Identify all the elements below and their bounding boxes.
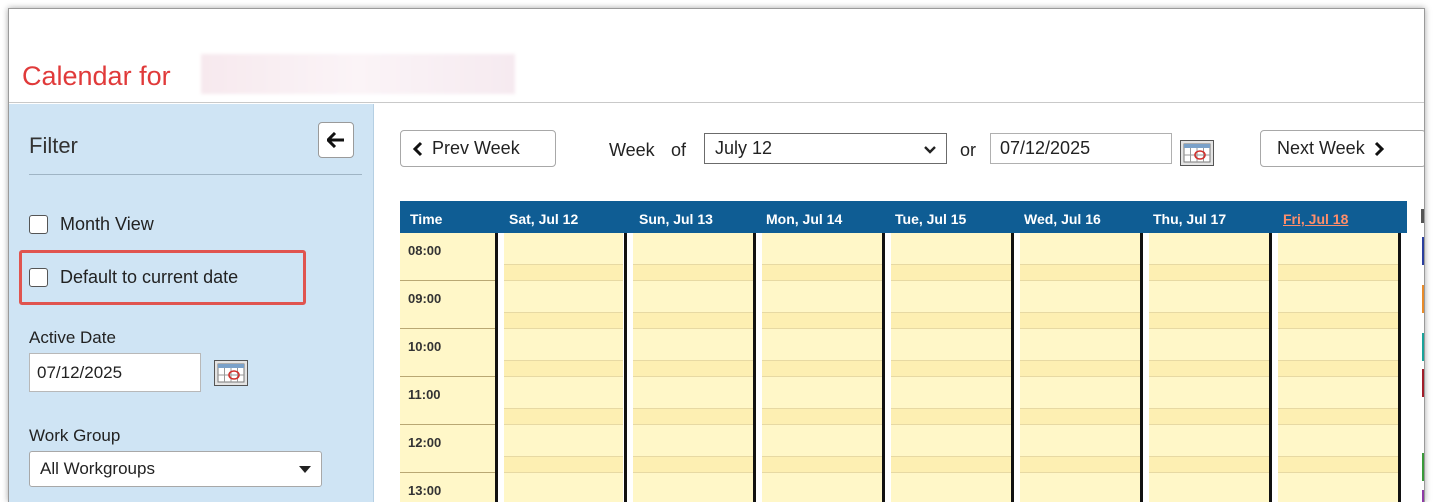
work-group-select[interactable]: All Workgroups (29, 451, 322, 487)
day-column[interactable] (1020, 233, 1140, 502)
time-column-header: Time (410, 211, 443, 227)
week-select[interactable]: July 12 (704, 133, 947, 164)
time-label: 11:00 (408, 387, 441, 402)
page-title: Calendar for (22, 61, 171, 91)
week-date-calendar-button[interactable] (1180, 140, 1214, 166)
default-current-date-checkbox[interactable] (29, 268, 48, 287)
chevron-down-icon (924, 146, 936, 154)
active-date-label: Active Date (29, 328, 116, 347)
prev-week-button[interactable]: Prev Week (400, 130, 556, 167)
time-label: 10:00 (408, 339, 442, 354)
column-divider (495, 233, 498, 502)
filter-title: Filter (29, 133, 78, 158)
active-date-input[interactable]: 07/12/2025 (29, 353, 201, 392)
prev-week-label: Prev Week (432, 138, 520, 158)
month-view-checkbox[interactable] (29, 215, 48, 234)
calendar-icon (214, 360, 248, 386)
legend-swatch (1422, 490, 1424, 502)
day-column[interactable] (633, 233, 753, 502)
or-text: or (960, 140, 977, 160)
column-divider (624, 233, 627, 502)
grid-header: Time Sat, Jul 12 Sun, Jul 13 Mon, Jul 14… (400, 201, 1407, 233)
page-header: Calendar for (9, 9, 1424, 103)
day-header: Wed, Jul 16 (1024, 211, 1101, 227)
legend-marker (1421, 209, 1424, 223)
week-date-input[interactable]: 07/12/2025 (990, 133, 1172, 164)
calendar-main: Prev Week Week of July 12 or 07/12/2025 (375, 104, 1424, 502)
day-header: Sun, Jul 13 (639, 211, 713, 227)
chevron-right-icon (1374, 141, 1384, 156)
default-current-date-option[interactable]: Default to current date (29, 267, 238, 288)
legend-swatch (1422, 333, 1424, 361)
day-header: Mon, Jul 14 (766, 211, 843, 227)
collapse-sidebar-button[interactable] (318, 122, 354, 158)
time-label: 13:00 (408, 483, 442, 498)
day-header: Tue, Jul 15 (895, 211, 967, 227)
week-text: Week (609, 140, 655, 160)
calendar-icon (1180, 140, 1214, 166)
column-divider (1011, 233, 1014, 502)
column-divider (1398, 233, 1401, 502)
column-divider (753, 233, 756, 502)
day-column[interactable] (891, 233, 1011, 502)
default-current-date-label: Default to current date (60, 267, 239, 287)
of-text: of (671, 140, 687, 160)
column-divider (1140, 233, 1143, 502)
work-group-label: Work Group (29, 426, 121, 445)
month-view-option[interactable]: Month View (29, 214, 154, 235)
time-label: 08:00 (408, 243, 442, 258)
active-date-calendar-button[interactable] (214, 360, 248, 386)
redacted-name (201, 54, 515, 94)
time-column (400, 233, 495, 502)
time-label: 09:00 (408, 291, 442, 306)
column-divider (1269, 233, 1272, 502)
day-column[interactable] (762, 233, 882, 502)
day-column[interactable] (1149, 233, 1269, 502)
work-group-value: All Workgroups (40, 459, 155, 478)
legend-swatch (1422, 369, 1424, 397)
day-column[interactable] (504, 233, 623, 502)
week-grid: Time Sat, Jul 12 Sun, Jul 13 Mon, Jul 14… (400, 201, 1407, 502)
next-week-label: Next Week (1277, 138, 1365, 158)
arrow-left-icon (327, 132, 344, 148)
day-header: Thu, Jul 17 (1153, 211, 1227, 227)
day-column-today[interactable] (1278, 233, 1398, 502)
time-label: 12:00 (408, 435, 442, 450)
legend-swatch (1422, 237, 1424, 265)
column-divider (882, 233, 885, 502)
next-week-button[interactable]: Next Week (1260, 130, 1424, 167)
calendar-window: Calendar for Filter Month View Default t… (8, 8, 1425, 502)
filter-divider (29, 174, 362, 175)
caret-down-icon (299, 466, 311, 473)
today-header-link[interactable]: Fri, Jul 18 (1283, 211, 1348, 227)
week-select-value: July 12 (715, 138, 773, 158)
legend-swatch (1422, 453, 1424, 481)
month-view-label: Month View (60, 214, 154, 234)
legend-swatch (1422, 285, 1424, 313)
chevron-left-icon (412, 141, 423, 156)
day-header: Sat, Jul 12 (509, 211, 579, 227)
filter-sidebar: Filter Month View Default to current dat… (9, 104, 374, 502)
